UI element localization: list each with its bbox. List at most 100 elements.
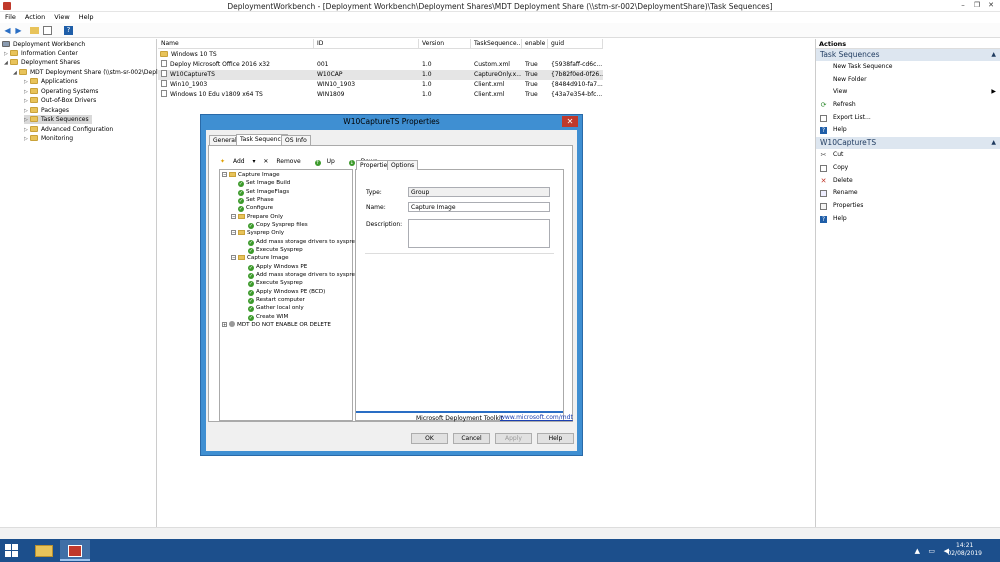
network-icon[interactable]: ▭ [928, 547, 935, 555]
step-item[interactable]: ✓ Create WIM [248, 313, 288, 321]
column-header-id[interactable]: ID [314, 39, 419, 49]
folder-icon [30, 135, 38, 141]
column-header-template[interactable]: TaskSequence... [471, 39, 522, 49]
tree-item-out-of-box-drivers[interactable]: ▷ Out-of-Box Drivers [24, 96, 96, 105]
action-new-task-sequence[interactable]: New Task Sequence [816, 61, 1000, 74]
forward-icon[interactable]: ▶ [14, 26, 23, 35]
show-hide-tree-icon[interactable] [43, 26, 52, 35]
step-item[interactable]: ✓ Add mass storage drivers to sysprep.ir [248, 238, 364, 246]
folder-icon [30, 116, 38, 122]
help-button[interactable]: Help [537, 433, 574, 444]
name-field[interactable]: Capture Image [408, 202, 550, 212]
back-icon[interactable]: ◀ [3, 26, 12, 35]
step-item[interactable]: ✓ Apply Windows PE [248, 263, 307, 271]
list-row[interactable]: Win10_1903 WIN10_1903 1.0 Client.xml Tru… [158, 80, 603, 90]
column-header-enable[interactable]: enable [522, 39, 548, 49]
close-icon[interactable]: ✕ [984, 0, 998, 11]
action-new-folder[interactable]: New Folder [816, 74, 1000, 87]
tree-item-information-center[interactable]: ▷ Information Center [4, 49, 78, 58]
action-export-list[interactable]: Export List... [816, 112, 1000, 125]
actions-section-task-sequences[interactable]: Task Sequences ▲ [816, 49, 1000, 61]
collapse-icon[interactable]: − [222, 172, 227, 177]
action-cut[interactable]: ✂ Cut [816, 149, 1000, 162]
cancel-button[interactable]: Cancel [453, 433, 490, 444]
step-item[interactable]: ✓ Configure [238, 204, 273, 212]
step-item[interactable]: ✓ Execute Sysprep [248, 279, 303, 287]
tree-item-monitoring[interactable]: ▷ Monitoring [24, 134, 73, 143]
dialog-close-icon[interactable]: ✕ [562, 116, 578, 127]
footer-text: Microsoft Deployment Toolkit [416, 415, 503, 422]
collapse-icon[interactable]: ▲ [991, 137, 996, 149]
list-row[interactable]: Windows 10 Edu v1809 x64 TS WIN1809 1.0 … [158, 90, 603, 100]
tree-item-mdt-deployment-share[interactable]: ◢ MDT Deployment Share (\\stm-sr-002\Depl [13, 68, 158, 77]
menu-action[interactable]: Action [20, 12, 49, 21]
tab-os-info[interactable]: OS Info [281, 135, 311, 145]
folder-icon [30, 88, 38, 94]
horizontal-scrollbar[interactable] [0, 527, 1000, 539]
action-help[interactable]: ? Help [816, 124, 1000, 137]
start-button[interactable] [5, 544, 18, 557]
action-view[interactable]: View ▶ [816, 86, 1000, 99]
menu-help[interactable]: Help [74, 12, 98, 21]
column-header-name[interactable]: Name [158, 39, 314, 49]
menu-file[interactable]: File [0, 12, 20, 21]
step-group[interactable]: − Sysprep Only [231, 229, 284, 237]
restore-icon[interactable]: ❐ [970, 0, 984, 11]
step-item[interactable]: ✓ Set ImageFlags [238, 188, 289, 196]
task-sequence-icon [161, 70, 167, 77]
tab-options[interactable]: Options [387, 160, 419, 170]
check-icon: ✓ [248, 306, 254, 312]
action-rename[interactable]: Rename [816, 187, 1000, 200]
list-row[interactable]: Windows 10 TS [158, 50, 603, 60]
tree-item-applications[interactable]: ▷ Applications [24, 77, 78, 86]
clock[interactable]: 14:21 02/08/2019 [947, 542, 982, 558]
list-row-selected[interactable]: W10CaptureTS W10CAP 1.0 CaptureOnly.x...… [158, 70, 603, 80]
step-item[interactable]: ✓ Apply Windows PE (BCD) [248, 288, 325, 296]
tree-item-operating-systems[interactable]: ▷ Operating Systems [24, 87, 98, 96]
step-properties-panel: Properties Options Type: Group Name: Cap… [355, 160, 573, 422]
up-folder-icon[interactable] [30, 27, 39, 34]
actions-section-w10capturets[interactable]: W10CaptureTS ▲ [816, 137, 1000, 150]
tree-item-packages[interactable]: ▷ Packages [24, 106, 69, 115]
step-item[interactable]: ✓ Set Image Build [238, 179, 290, 187]
help-icon[interactable]: ? [64, 26, 73, 35]
list-row[interactable]: Deploy Microsoft Office 2016 x32 001 1.0… [158, 60, 603, 70]
ok-button[interactable]: OK [411, 433, 448, 444]
step-item[interactable]: ✓ Gather local only [248, 304, 304, 312]
task-sequence-icon [161, 80, 167, 87]
collapse-icon[interactable]: − [231, 255, 236, 260]
collapse-icon[interactable]: − [231, 230, 236, 235]
action-copy[interactable]: Copy [816, 162, 1000, 175]
add-button[interactable]: ✦ Add ▾ [220, 157, 256, 167]
tree-item-deployment-shares[interactable]: ◢ Deployment Shares [4, 58, 80, 67]
column-header-version[interactable]: Version [419, 39, 471, 49]
tree-item-advanced-configuration[interactable]: ▷ Advanced Configuration [24, 125, 113, 134]
up-button[interactable]: ↑ Up [314, 157, 341, 167]
check-icon: ✓ [238, 206, 244, 212]
menu-view[interactable]: View [49, 12, 73, 21]
taskbar-file-explorer[interactable] [29, 540, 59, 561]
action-delete[interactable]: ✕ Delete [816, 175, 1000, 188]
description-field[interactable] [408, 219, 550, 248]
sequence-tree: − Capture Image ✓ Set Image Build ✓ Set Ima… [219, 169, 364, 421]
divider [365, 253, 554, 254]
action-refresh[interactable]: ⟳ Refresh [816, 99, 1000, 112]
collapse-icon[interactable]: ▲ [991, 49, 996, 61]
action-properties[interactable]: Properties [816, 200, 1000, 213]
folder-icon [10, 59, 18, 65]
step-group[interactable]: − Prepare Only [231, 213, 283, 221]
collapse-icon[interactable]: − [231, 213, 236, 219]
apply-button[interactable]: Apply [495, 433, 532, 444]
notification-arrow-icon[interactable]: ▲ [915, 547, 920, 555]
tree-item-deployment-workbench[interactable]: Deployment Workbench [2, 40, 85, 49]
minimize-icon[interactable]: – [956, 0, 970, 11]
expand-icon[interactable]: + [222, 322, 227, 327]
remove-button[interactable]: ✕ Remove [263, 157, 306, 167]
mdt-link[interactable]: www.microsoft.com/mdt [500, 414, 573, 421]
column-header-guid[interactable]: guid [548, 39, 603, 49]
taskbar-deployment-workbench[interactable] [60, 540, 90, 561]
step-group-disabled[interactable]: + MDT DO NOT ENABLE OR DELETE [222, 321, 331, 329]
tree-item-task-sequences[interactable]: ▷ Task Sequences [24, 115, 92, 124]
step-group-selected[interactable]: − Capture Image [231, 254, 289, 262]
action-help-item[interactable]: ? Help [816, 213, 1000, 226]
